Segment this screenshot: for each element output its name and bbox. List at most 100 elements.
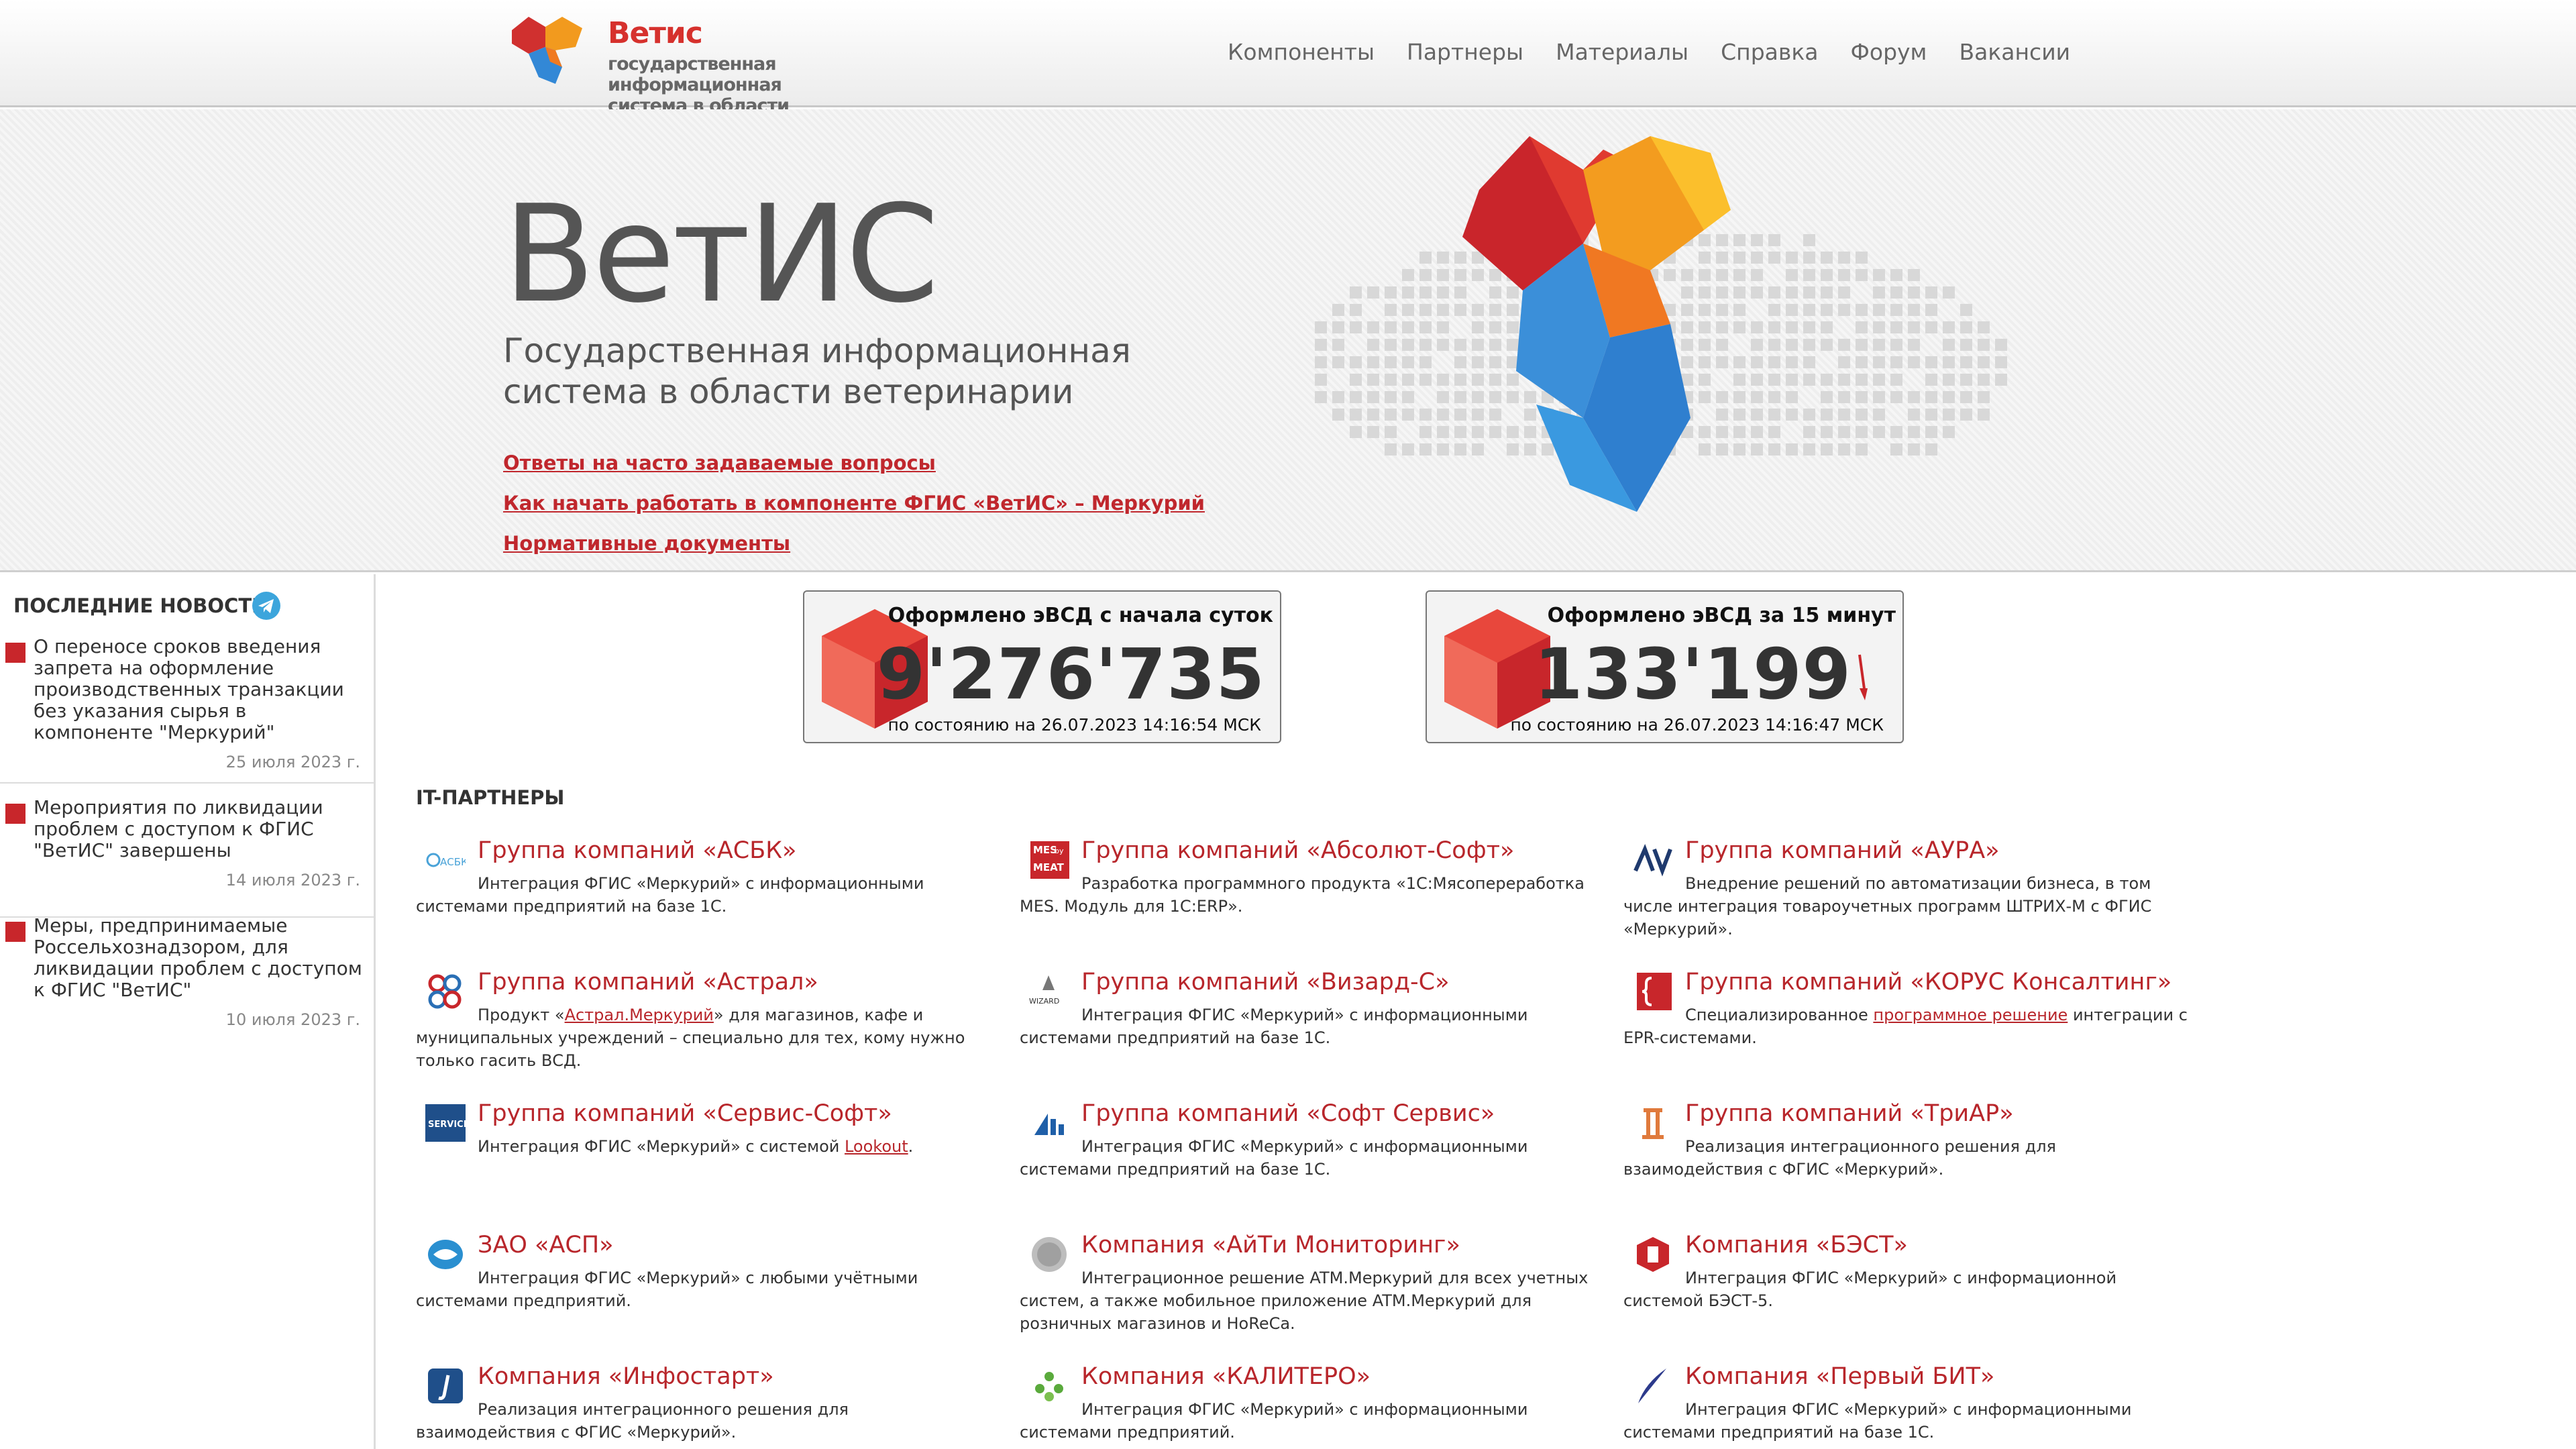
map-dot — [1908, 443, 1920, 455]
page-root: Ветис государственная информационная сис… — [0, 0, 2576, 1449]
partner-name[interactable]: Компания «БЭСТ» — [1685, 1232, 1908, 1258]
partner-name[interactable]: Компания «КАЛИТЕРО» — [1081, 1363, 1371, 1390]
map-dot — [1803, 426, 1815, 438]
map-dot — [1699, 304, 1711, 316]
partner-name[interactable]: Группа компаний «Визард-С» — [1081, 969, 1450, 996]
partner-name[interactable]: Группа компаний «Сервис-Софт» — [478, 1100, 892, 1127]
map-dot — [1419, 356, 1432, 368]
map-dot — [1960, 339, 1972, 351]
map-dot — [1768, 443, 1780, 455]
nav-partners[interactable]: Партнеры — [1407, 39, 1523, 68]
map-dot — [1315, 391, 1327, 403]
news-item[interactable]: О переносе сроков введения запрета на оф… — [0, 636, 374, 784]
hero-subtitle-line-2: система в области ветеринарии — [503, 372, 1074, 411]
map-dot — [1995, 374, 2007, 386]
hero-subtitle-line-1: Государственная информационная — [503, 331, 1131, 370]
map-dot — [1768, 374, 1780, 386]
map-dot — [1437, 286, 1449, 299]
nav-components[interactable]: Компоненты — [1228, 39, 1375, 68]
map-dot — [1908, 426, 1920, 438]
map-dot — [1699, 252, 1711, 264]
news-date: 14 июля 2023 г. — [225, 871, 360, 890]
map-dot — [1454, 252, 1466, 264]
news-item[interactable]: Меры, предпринимаемые Россельхознадзором… — [0, 915, 374, 1029]
telegram-icon[interactable] — [252, 592, 280, 620]
map-dot — [1367, 321, 1379, 333]
news-item[interactable]: Мероприятия по ликвидации проблем с дост… — [0, 797, 374, 918]
nav-vacancies[interactable]: Вакансии — [1959, 39, 2070, 68]
partner-card: Компания «КАЛИТЕРО» Интеграция ФГИС «Мер… — [1020, 1358, 1603, 1449]
partner-name[interactable]: Группа компаний «Астрал» — [478, 969, 818, 996]
map-dot — [1978, 391, 1990, 403]
map-dot — [1786, 252, 1798, 264]
partner-name[interactable]: Группа компаний «Софт Сервис» — [1081, 1100, 1495, 1127]
map-dot — [1821, 321, 1833, 333]
desc-text: Интеграция ФГИС «Меркурий» с системой — [478, 1137, 845, 1156]
map-dot — [1925, 356, 1937, 368]
partner-name[interactable]: Группа компаний «Абсолют-Софт» — [1081, 837, 1514, 864]
lookout-link[interactable]: Lookout — [845, 1137, 908, 1156]
nav-forum[interactable]: Форум — [1850, 39, 1927, 68]
partner-name[interactable]: Компания «АйТи Мониторинг» — [1081, 1232, 1460, 1258]
map-dot — [1856, 304, 1868, 316]
regulatory-docs-link[interactable]: Нормативные документы — [503, 532, 790, 555]
map-dot — [1786, 304, 1798, 316]
partner-name[interactable]: Группа компаний «КОРУС Консалтинг» — [1685, 969, 2171, 996]
partner-name[interactable]: Компания «Инфостарт» — [478, 1363, 774, 1390]
map-dot — [1890, 391, 1902, 403]
map-dot — [1803, 409, 1815, 421]
main-nav: Компоненты Партнеры Материалы Справка Фо… — [1228, 39, 2070, 68]
map-dot — [1699, 234, 1711, 246]
map-dot — [1350, 321, 1362, 333]
faq-link[interactable]: Ответы на часто задаваемые вопросы — [503, 451, 936, 474]
map-dot — [1768, 321, 1780, 333]
partner-name[interactable]: Компания «Первый БИТ» — [1685, 1363, 1994, 1390]
map-dot — [1821, 391, 1833, 403]
map-dot — [1385, 304, 1397, 316]
news-sidebar: ПОСЛЕДНИЕ НОВОСТИ О переносе сроков введ… — [0, 574, 376, 1449]
map-dot — [1332, 321, 1344, 333]
partner-name[interactable]: Группа компаний «АУРА» — [1685, 837, 2000, 864]
map-dot — [1960, 374, 1972, 386]
news-title[interactable]: Мероприятия по ликвидации проблем с дост… — [34, 797, 369, 861]
map-dot — [1908, 409, 1920, 421]
nav-help[interactable]: Справка — [1721, 39, 1818, 68]
map-dot — [1943, 409, 1955, 421]
software-solution-link[interactable]: программное решение — [1873, 1006, 2068, 1024]
nav-materials[interactable]: Материалы — [1556, 39, 1688, 68]
partner-name[interactable]: ЗАО «АСП» — [478, 1232, 614, 1258]
map-dot — [1367, 286, 1379, 299]
map-dot — [1489, 321, 1501, 333]
map-dot — [1873, 409, 1885, 421]
map-dot — [1821, 304, 1833, 316]
map-dot — [1908, 321, 1920, 333]
map-dot — [1699, 321, 1711, 333]
map-dot — [1960, 321, 1972, 333]
map-dot — [1716, 286, 1728, 299]
vetis-logo-icon — [512, 17, 582, 84]
partner-name[interactable]: Группа компаний «АСБК» — [478, 837, 796, 864]
map-dot — [1908, 356, 1920, 368]
map-dot — [1768, 286, 1780, 299]
evsd-daily-counter: Оформлено эВСД с начала суток 9'276'735 … — [803, 590, 1281, 743]
map-dot — [1838, 391, 1850, 403]
news-title[interactable]: О переносе сроков введения запрета на оф… — [34, 636, 369, 743]
map-dot — [1681, 269, 1693, 281]
getting-started-link[interactable]: Как начать работать в компоненте ФГИС «В… — [503, 492, 1205, 515]
map-dot — [1472, 304, 1484, 316]
map-dot — [1768, 339, 1780, 351]
map-dot — [1856, 409, 1868, 421]
map-dot — [1856, 426, 1868, 438]
site-logo[interactable]: Ветис государственная информационная сис… — [508, 13, 884, 137]
news-title[interactable]: Меры, предпринимаемые Россельхознадзором… — [34, 915, 369, 1001]
map-dot — [1385, 443, 1397, 455]
map-dot — [1925, 443, 1937, 455]
partner-card: Группа компаний «Софт Сервис» Интеграция… — [1020, 1095, 1603, 1216]
map-dot — [1454, 356, 1466, 368]
partner-name[interactable]: Группа компаний «ТриАР» — [1685, 1100, 2014, 1127]
map-dot — [1733, 356, 1746, 368]
map-dot — [1960, 391, 1972, 403]
map-dot — [1419, 426, 1432, 438]
partner-description: Интеграция ФГИС «Меркурий» с информацион… — [1623, 1269, 2117, 1310]
astral-mercury-link[interactable]: Астрал.Меркурий — [565, 1006, 714, 1024]
